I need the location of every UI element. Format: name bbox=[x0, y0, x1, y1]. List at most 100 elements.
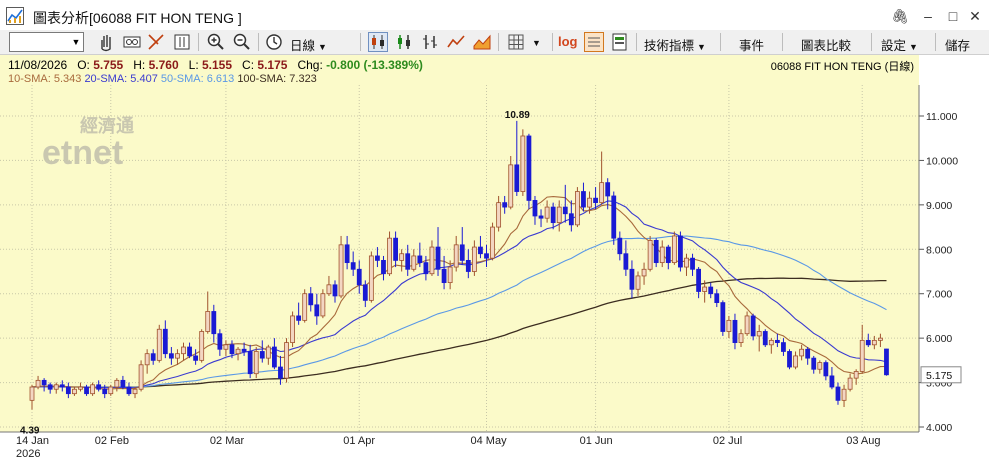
candle-body[interactable] bbox=[290, 315, 295, 343]
candle-body[interactable] bbox=[593, 197, 598, 204]
candle-body[interactable] bbox=[544, 206, 550, 219]
candle-body[interactable] bbox=[508, 164, 514, 208]
candle-body[interactable] bbox=[647, 239, 653, 270]
candle-body[interactable] bbox=[635, 275, 641, 290]
candle-body[interactable] bbox=[259, 351, 265, 359]
candle-body[interactable] bbox=[514, 164, 520, 192]
candle-body[interactable] bbox=[799, 348, 805, 357]
candle-body[interactable] bbox=[78, 386, 83, 390]
candle-body[interactable] bbox=[884, 348, 889, 376]
candle-body[interactable] bbox=[823, 362, 829, 377]
candle-body[interactable] bbox=[90, 384, 95, 395]
candle-body[interactable] bbox=[878, 337, 883, 341]
candle-body[interactable] bbox=[811, 357, 817, 370]
candle-body[interactable] bbox=[114, 379, 120, 388]
candle-body[interactable] bbox=[41, 379, 47, 386]
candle-body[interactable] bbox=[96, 384, 102, 390]
candle-body[interactable] bbox=[356, 268, 362, 286]
candle-body[interactable] bbox=[53, 384, 59, 390]
candle-body[interactable] bbox=[314, 304, 320, 317]
candle-body[interactable] bbox=[108, 386, 114, 395]
candle-body[interactable] bbox=[229, 344, 235, 355]
candle-body[interactable] bbox=[762, 331, 768, 346]
candle-body[interactable] bbox=[84, 386, 89, 395]
candle-body[interactable] bbox=[126, 386, 132, 395]
candle-body[interactable] bbox=[235, 348, 241, 355]
candle-body[interactable] bbox=[575, 191, 580, 226]
candle-body[interactable] bbox=[478, 246, 483, 255]
candle-body[interactable] bbox=[847, 377, 853, 390]
candle-body[interactable] bbox=[223, 344, 229, 350]
candle-body[interactable] bbox=[411, 255, 417, 270]
candle-body[interactable] bbox=[296, 315, 302, 321]
candle-body[interactable] bbox=[568, 213, 574, 226]
candle-body[interactable] bbox=[181, 346, 186, 355]
candle-body[interactable] bbox=[399, 253, 405, 261]
candle-body[interactable] bbox=[605, 182, 611, 197]
candle-body[interactable] bbox=[447, 266, 453, 284]
candle-body[interactable] bbox=[696, 268, 701, 292]
candle-body[interactable] bbox=[484, 253, 489, 259]
candle-body[interactable] bbox=[817, 362, 823, 370]
candle-body[interactable] bbox=[435, 246, 441, 270]
candle-body[interactable] bbox=[429, 246, 435, 275]
candle-body[interactable] bbox=[835, 386, 841, 401]
candle-body[interactable] bbox=[441, 268, 447, 284]
candle-body[interactable] bbox=[368, 255, 374, 301]
candle-body[interactable] bbox=[138, 364, 144, 390]
candle-body[interactable] bbox=[678, 235, 683, 268]
candle-body[interactable] bbox=[271, 346, 277, 368]
candle-body[interactable] bbox=[841, 388, 847, 401]
candle-body[interactable] bbox=[35, 379, 41, 388]
candle-body[interactable] bbox=[611, 195, 617, 239]
candle-body[interactable] bbox=[623, 253, 629, 270]
candle-body[interactable] bbox=[144, 353, 150, 366]
candle-body[interactable] bbox=[193, 355, 199, 361]
candle-body[interactable] bbox=[375, 255, 380, 261]
candle-body[interactable] bbox=[550, 206, 556, 224]
candle-body[interactable] bbox=[47, 384, 53, 390]
candle-body[interactable] bbox=[853, 371, 859, 379]
candle-body[interactable] bbox=[284, 342, 289, 379]
candle-body[interactable] bbox=[653, 239, 659, 264]
candle-body[interactable] bbox=[332, 284, 338, 297]
candle-body[interactable] bbox=[326, 284, 332, 295]
candle-body[interactable] bbox=[265, 346, 271, 359]
candle-body[interactable] bbox=[253, 351, 259, 375]
candle-body[interactable] bbox=[581, 191, 586, 208]
candle-body[interactable] bbox=[629, 268, 635, 290]
candle-body[interactable] bbox=[29, 386, 35, 401]
candle-body[interactable] bbox=[453, 244, 459, 268]
candle-body[interactable] bbox=[599, 182, 605, 204]
candle-body[interactable] bbox=[459, 244, 465, 261]
candle-body[interactable] bbox=[102, 388, 108, 395]
candle-body[interactable] bbox=[150, 353, 156, 361]
candle-body[interactable] bbox=[520, 135, 526, 192]
candle-body[interactable] bbox=[781, 342, 786, 352]
candle-body[interactable] bbox=[465, 259, 471, 272]
candle-body[interactable] bbox=[805, 348, 811, 359]
candle-body[interactable] bbox=[362, 284, 368, 301]
candle-body[interactable] bbox=[671, 235, 677, 264]
candle-body[interactable] bbox=[720, 302, 726, 332]
candle-body[interactable] bbox=[774, 339, 780, 343]
candle-body[interactable] bbox=[532, 200, 538, 217]
candle-body[interactable] bbox=[562, 206, 568, 215]
candle-body[interactable] bbox=[393, 237, 399, 261]
candle-body[interactable] bbox=[750, 315, 756, 337]
candle-body[interactable] bbox=[556, 206, 562, 224]
candle-body[interactable] bbox=[344, 244, 350, 264]
candle-body[interactable] bbox=[587, 197, 592, 208]
candle-body[interactable] bbox=[308, 293, 314, 306]
candle-body[interactable] bbox=[241, 348, 247, 352]
candle-body[interactable] bbox=[829, 375, 835, 388]
candle-body[interactable] bbox=[665, 246, 671, 264]
candle-body[interactable] bbox=[859, 339, 865, 372]
candle-body[interactable] bbox=[338, 244, 344, 297]
candle-body[interactable] bbox=[205, 311, 211, 332]
candle-body[interactable] bbox=[187, 346, 192, 357]
candle-body[interactable] bbox=[714, 293, 720, 304]
candle-body[interactable] bbox=[756, 331, 762, 337]
candle-body[interactable] bbox=[132, 388, 138, 395]
candle-body[interactable] bbox=[320, 293, 326, 317]
